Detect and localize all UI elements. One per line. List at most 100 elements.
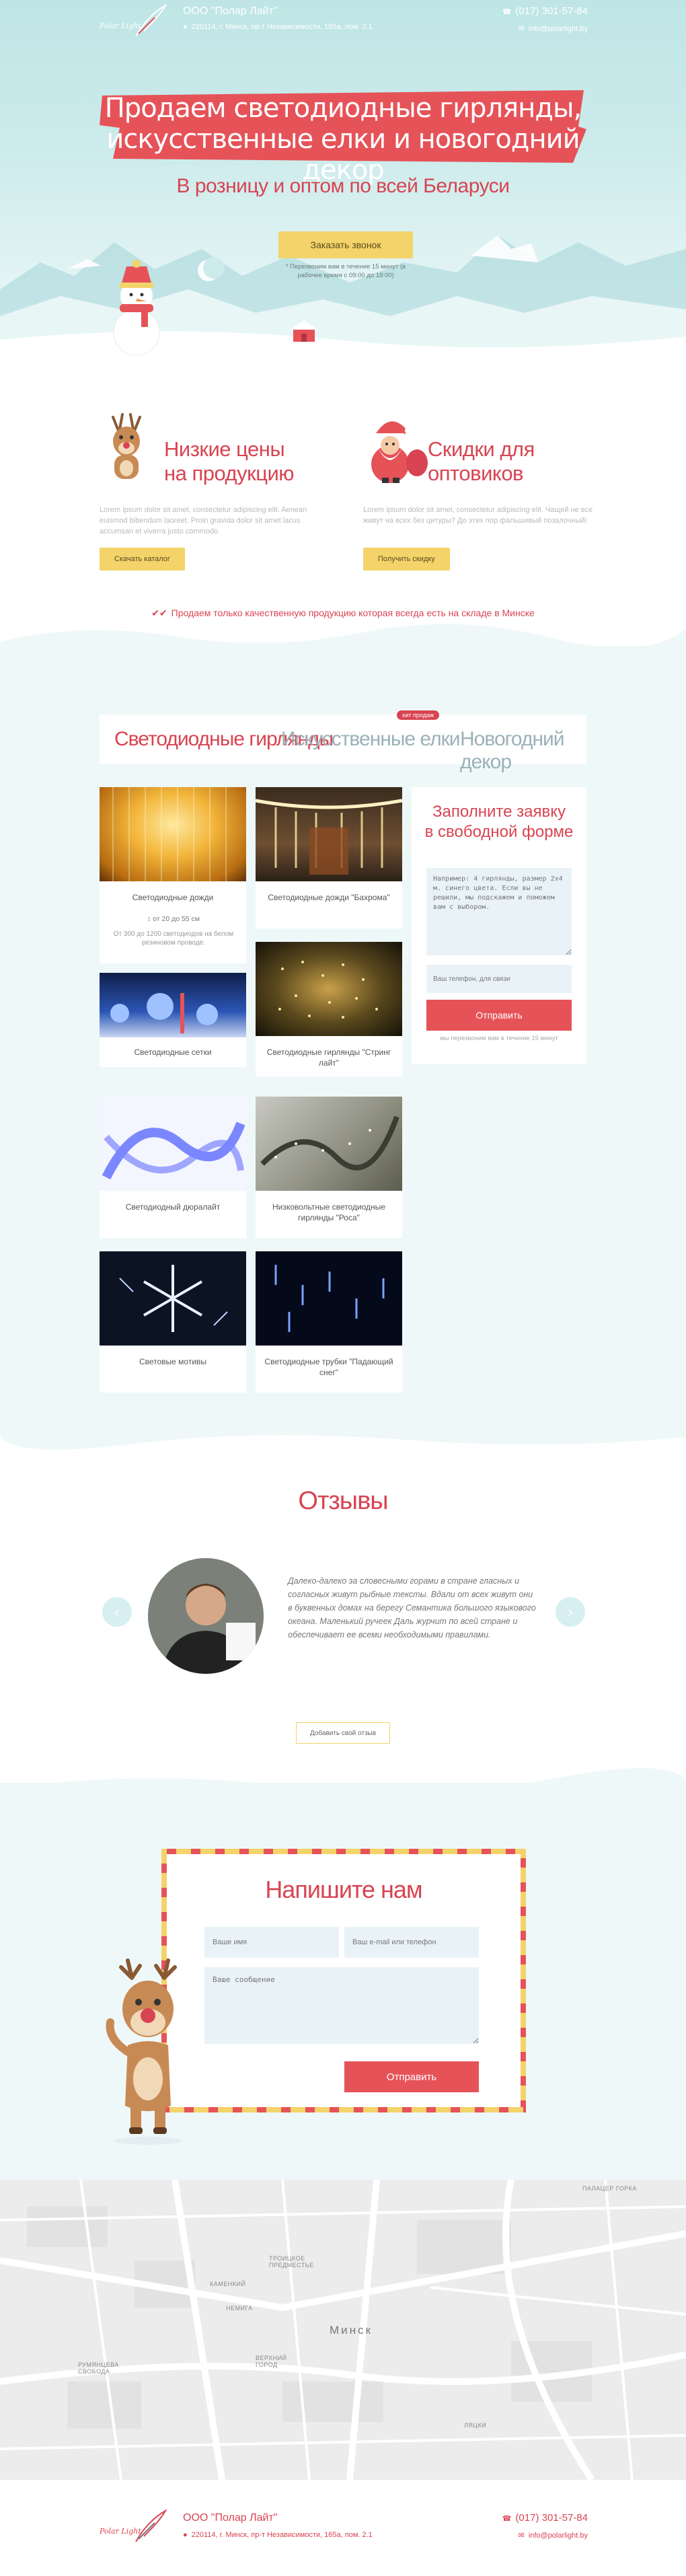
hit-badge: хит продаж	[397, 710, 440, 720]
contact-section: Напишите нам Отправить	[0, 1767, 686, 2180]
product-card[interactable]: Светодиодные гирлянды "Стринг лайт"	[256, 942, 402, 1076]
request-form: Заполните заявку в свободной форме Отпра…	[412, 787, 586, 1064]
hero-section: Polar Light ООО "Полар Лайт" ● 220114, г.…	[0, 0, 686, 377]
dew-lights-pattern	[260, 1115, 399, 1171]
footer-address: ● 220114, г. Минск, пр-т Независимости, 1…	[183, 2531, 373, 2539]
wave-divider	[0, 1767, 686, 1803]
feature-text: Lorem ipsum dolor sit amet, consectetur …	[100, 506, 307, 536]
map-district-label: ЛЯЦКИ	[464, 2422, 487, 2429]
product-card[interactable]: Светодиодные трубки "Падающий снег"	[256, 1251, 402, 1393]
request-form-title: Заполните заявку в свободной форме	[412, 802, 586, 842]
string-lights-pattern	[278, 961, 378, 1019]
product-image	[256, 787, 402, 881]
product-card[interactable]: Низковольтные светодиодные гирлянды "Рос…	[256, 1097, 402, 1238]
product-card[interactable]: Световые мотивы	[100, 1251, 246, 1393]
promise-text: Продаем только качественную продукцию ко…	[171, 608, 535, 618]
map-district-label: ПАЛАЦЕР ГОРКА	[582, 2185, 637, 2192]
logo[interactable]: Polar Light	[100, 4, 180, 38]
snowflake-motif-pattern	[119, 1265, 228, 1332]
hero-subheading: В розницу и оптом по всей Беларуси	[176, 175, 510, 197]
contact-title: Напишите нам	[265, 1876, 422, 1903]
call-note: * Перезвоним вам в течение 15 минут (в р…	[285, 263, 406, 279]
product-title: Светодиодные сетки	[134, 1047, 212, 1057]
product-image	[256, 942, 402, 1036]
hero-headline: Продаем светодиодные гирлянды, искусстве…	[101, 93, 585, 186]
address-text: 220114, г. Минск, пр-т Независимости, 16…	[191, 23, 373, 31]
wave-divider	[0, 1430, 686, 1450]
map-district-label: ТРОИЦКОЕ ПРЕДМЕСТЬЕ	[269, 2255, 314, 2269]
email-text: info@polarlight.by	[528, 25, 588, 33]
order-call-button[interactable]: Заказать звонок	[278, 231, 413, 258]
product-extra: От 300 до 1200 светодиодов на белом рези…	[113, 930, 234, 947]
landing-page: Polar Light ООО "Полар Лайт" ● 220114, г.…	[0, 0, 686, 2576]
download-catalog-button[interactable]: Скачать каталог	[100, 548, 185, 571]
product-image	[256, 1097, 402, 1191]
reviews-next-button[interactable]: ›	[556, 1597, 585, 1627]
catalog-tabs: Светодиодные гирлянды Искусственные елки…	[100, 710, 586, 773]
phone-icon: ☎	[502, 2515, 512, 2523]
feature-title: Низкие цены на продукцию	[164, 437, 326, 486]
snowman-illustration	[113, 260, 160, 356]
product-image	[100, 1251, 246, 1346]
product-card[interactable]: Светодиодный дюралайт	[100, 1097, 246, 1238]
footer-email[interactable]: ✉ info@polarlight.by	[519, 2531, 588, 2540]
santa-icon	[371, 421, 428, 483]
product-image	[100, 787, 246, 881]
reviewer-avatar-illustration	[148, 1558, 264, 1674]
get-discount-button[interactable]: Получить скидку	[363, 548, 450, 571]
contact-message-field[interactable]	[204, 1967, 479, 2044]
tab-new-year-decor[interactable]: Новогодний декор	[460, 728, 586, 774]
contact-send-button[interactable]: Отправить	[344, 2061, 479, 2092]
product-card[interactable]: Светодиодные сетки	[100, 973, 246, 1067]
size-arrows-icon: ↕	[147, 915, 153, 923]
request-phone-field[interactable]	[426, 965, 572, 993]
location-pin-icon: ●	[183, 2531, 188, 2539]
contact-email-phone-field[interactable]	[344, 1927, 479, 1958]
product-title: Светодиодные гирлянды "Стринг лайт"	[266, 1047, 391, 1068]
product-title: Светодиодный дюралайт	[125, 1202, 221, 1212]
feature-title-line-1: Скидки для	[428, 437, 535, 461]
reviews-title: Отзывы	[298, 1487, 388, 1515]
mail-icon: ✉	[518, 2532, 525, 2540]
review-text: Далеко-далеко за словесными горами в стр…	[288, 1576, 536, 1640]
footer-phone[interactable]: ☎ (017) 301-57-84	[502, 2512, 588, 2524]
reviewer-photo	[148, 1558, 264, 1674]
product-image	[100, 1097, 246, 1191]
reviews-prev-button[interactable]: ‹	[102, 1597, 132, 1627]
product-card[interactable]: Светодиодные дожди ↕ от 20 до 55 см От 3…	[100, 787, 246, 963]
email-text: info@polarlight.by	[528, 2532, 588, 2540]
tab-artificial-trees[interactable]: Искусственные елки	[281, 728, 461, 751]
mail-icon: ✉	[518, 25, 525, 33]
reviews-section: Отзывы ‹ › Далеко-далеко за словесными г…	[0, 1430, 686, 1783]
duralight-pattern	[100, 1097, 246, 1191]
map-district-label: ВЕРХНИЙ ГОРОД	[256, 2355, 287, 2368]
product-card[interactable]: Светодиодные дожди "Бахрома"	[256, 787, 402, 928]
request-message-field[interactable]	[426, 868, 572, 955]
phone-number[interactable]: ☎ (017) 301-57-84	[502, 5, 588, 17]
add-review-button[interactable]: Добавить свой отзыв	[296, 1722, 390, 1744]
request-send-button[interactable]: Отправить	[426, 1000, 572, 1031]
product-image	[100, 973, 246, 1037]
request-title-line-2: в свободной форме	[424, 823, 574, 841]
footer-logo[interactable]: Polar Light	[100, 2509, 180, 2543]
phone-text: (017) 301-57-84	[515, 2512, 588, 2524]
email-link[interactable]: ✉ info@polarlight.by	[519, 24, 588, 33]
catalog-section: Светодиодные гирлянды Искусственные елки…	[0, 624, 686, 1433]
request-note: мы перезвоним вам в течение 15 минут	[440, 1035, 558, 1042]
feature-title: Скидки для оптовиков	[428, 437, 589, 486]
reindeer-illustration	[106, 1958, 182, 2145]
product-image	[256, 1251, 402, 1346]
house-illustration	[291, 320, 317, 342]
footer-company-name: ООО "Полар Лайт"	[183, 2512, 278, 2524]
company-address: ● 220114, г. Минск, пр-т Независимости, 1…	[183, 23, 373, 31]
map-district-label: КАМЕНКИЙ	[210, 2281, 246, 2287]
request-title-line-1: Заполните заявку	[432, 803, 566, 821]
checkmark-icon: ✔✔	[151, 608, 167, 618]
contact-name-field[interactable]	[204, 1927, 339, 1958]
reindeer-icon	[112, 413, 141, 479]
location-map[interactable]: ПАЛАЦЕР ГОРКА КАМЕНКИЙ ТРОИЦКОЕ ПРЕДМЕСТ…	[0, 2180, 686, 2480]
top-bar: Polar Light ООО "Полар Лайт" ● 220114, г.…	[0, 0, 686, 43]
map-city-label: Минск	[330, 2324, 373, 2336]
phone-icon: ☎	[502, 8, 512, 16]
location-pin-icon: ●	[183, 23, 188, 31]
